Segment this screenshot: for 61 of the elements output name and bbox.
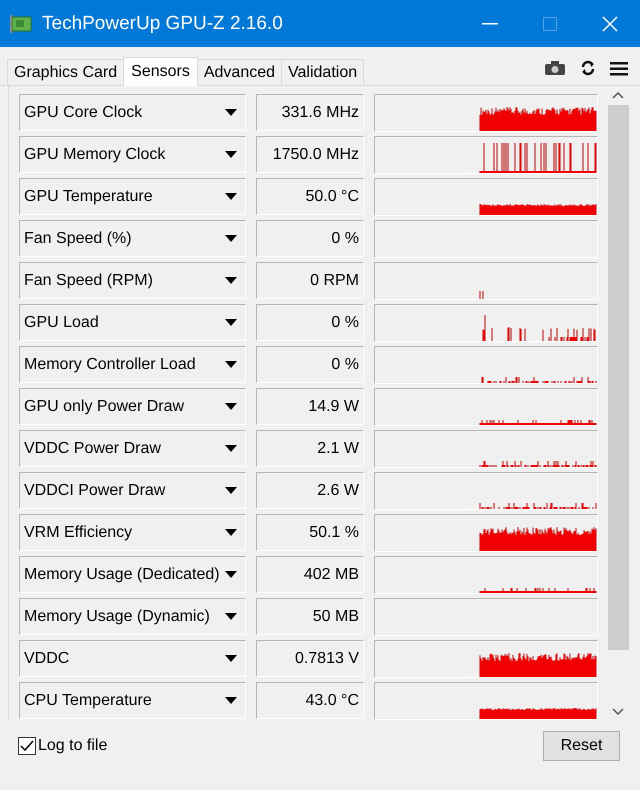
caret-icon: [225, 571, 237, 578]
caret-icon: [225, 193, 237, 200]
sensor-dropdown[interactable]: GPU Temperature: [19, 178, 246, 215]
caret-icon: [225, 277, 237, 284]
close-icon[interactable]: [602, 16, 618, 32]
sensor-value: 43.0 °C: [256, 682, 364, 719]
sensor-value: 50.0 °C: [256, 178, 364, 215]
window-title: TechPowerUp GPU-Z 2.16.0: [42, 12, 283, 34]
caret-icon: [225, 445, 237, 452]
menu-icon[interactable]: [610, 60, 628, 76]
sensor-dropdown[interactable]: VRM Efficiency: [19, 514, 246, 551]
scroll-down-icon[interactable]: [612, 708, 624, 715]
caret-icon: [225, 235, 237, 242]
camera-icon[interactable]: [544, 60, 566, 76]
sensor-dropdown[interactable]: GPU Memory Clock: [19, 136, 246, 173]
checkbox-label: Log to file: [38, 737, 108, 755]
sensor-value: 0.7813 V: [256, 640, 364, 677]
caret-icon: [225, 655, 237, 662]
caret-icon: [225, 361, 237, 368]
caret-icon: [225, 109, 237, 116]
sensor-dropdown[interactable]: Memory Usage (Dedicated): [19, 556, 246, 593]
caret-icon: [225, 487, 237, 494]
sensor-dropdown[interactable]: VDDCI Power Draw: [19, 472, 246, 509]
scrollbar-thumb[interactable]: [608, 105, 629, 650]
sensor-dropdown[interactable]: VDDC Power Draw: [19, 430, 246, 467]
sensor-dropdown[interactable]: Fan Speed (RPM): [19, 262, 246, 299]
app-icon: [10, 14, 32, 32]
checkbox[interactable]: [18, 737, 36, 755]
caret-icon: [225, 613, 237, 620]
sensor-value: 331.6 MHz: [256, 94, 364, 131]
tab[interactable]: Sensors: [123, 57, 198, 86]
sensor-dropdown[interactable]: VDDC: [19, 640, 246, 677]
sensor-value: 0 RPM: [256, 262, 364, 299]
tab[interactable]: Graphics Card: [7, 59, 124, 85]
sensor-dropdown[interactable]: Memory Usage (Dynamic): [19, 598, 246, 635]
sensor-dropdown[interactable]: GPU Load: [19, 304, 246, 341]
sensor-dropdown[interactable]: Fan Speed (%): [19, 220, 246, 257]
sensor-value: 2.6 W: [256, 472, 364, 509]
sensor-value: 50 MB: [256, 598, 364, 635]
sensor-value: 0 %: [256, 304, 364, 341]
sensor-value: 14.9 W: [256, 388, 364, 425]
sensor-value: 0 %: [256, 220, 364, 257]
caret-icon: [225, 319, 237, 326]
sensor-value: 402 MB: [256, 556, 364, 593]
scroll-up-icon[interactable]: [612, 92, 624, 99]
sensor-dropdown[interactable]: GPU Core Clock: [19, 94, 246, 131]
reset-button[interactable]: Reset: [543, 731, 620, 761]
sensor-value: 50.1 %: [256, 514, 364, 551]
caret-icon: [225, 697, 237, 704]
caret-icon: [225, 151, 237, 158]
caret-icon: [225, 403, 237, 410]
sensor-dropdown[interactable]: GPU only Power Draw: [19, 388, 246, 425]
refresh-icon[interactable]: [580, 60, 596, 76]
sensor-value: 1750.0 MHz: [256, 136, 364, 173]
tab[interactable]: Validation: [281, 59, 364, 85]
caret-icon: [225, 529, 237, 536]
sensor-value: 2.1 W: [256, 430, 364, 467]
sensor-dropdown[interactable]: CPU Temperature: [19, 682, 246, 719]
sensor-dropdown[interactable]: Memory Controller Load: [19, 346, 246, 383]
sensor-value: 0 %: [256, 346, 364, 383]
minimize-icon[interactable]: [482, 22, 498, 24]
